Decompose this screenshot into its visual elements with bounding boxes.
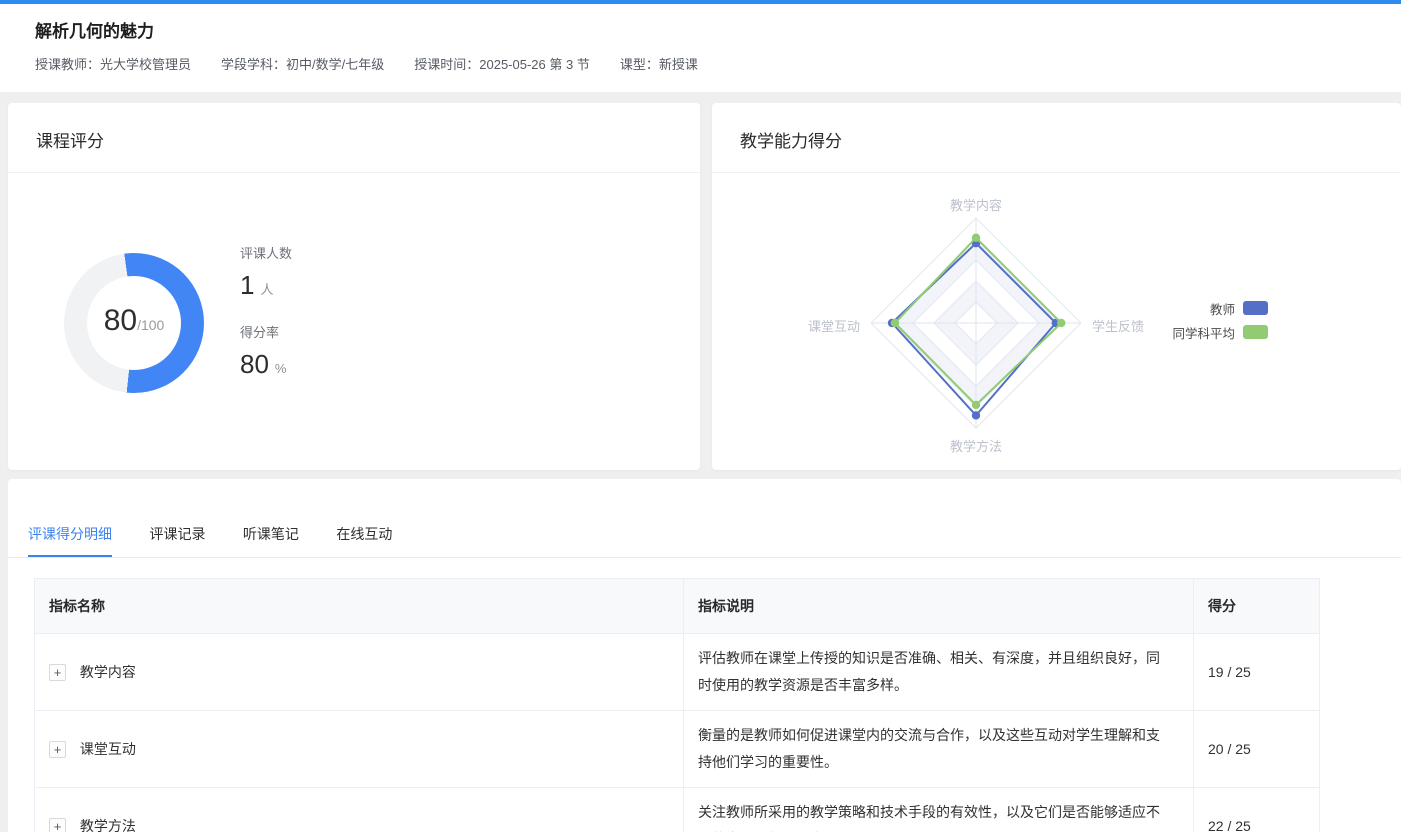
indicator-description: 评估教师在课堂上传授的知识是否准确、相关、有深度，并且组织良好，同时使用的教学资…: [684, 634, 1194, 711]
page-header: 解析几何的魅力 授课教师：光大学校管理员 学段学科：初中/数学/七年级 授课时间…: [0, 4, 1401, 92]
legend-label-teacher: 教师: [1210, 299, 1235, 318]
col-header-indicator-description: 指标说明: [684, 579, 1194, 634]
stat-score-rate-value: 80: [240, 350, 269, 379]
radar-point: [972, 234, 980, 242]
table-row: + 教学方法 关注教师所采用的教学策略和技术手段的有效性，以及它们是否能够适应不…: [35, 788, 1320, 832]
stat-reviewers-unit: 人: [260, 279, 273, 298]
indicator-name: 教学方法: [80, 818, 136, 832]
course-score-card: 课程评分 80 /100 评课人数 1 人 得分率 80 %: [8, 103, 700, 470]
table-row: + 课堂互动 衡量的是教师如何促进课堂内的交流与合作，以及这些互动对学生理解和支…: [35, 711, 1320, 788]
indicator-score: 20 / 25: [1194, 711, 1320, 788]
table-row: + 教学内容 评估教师在课堂上传授的知识是否准确、相关、有深度，并且组织良好，同…: [35, 634, 1320, 711]
indicator-score: 22 / 25: [1194, 788, 1320, 832]
stat-reviewers-label: 评课人数: [240, 243, 292, 262]
legend-item-teacher[interactable]: 教师: [1098, 300, 1268, 316]
expand-row-button[interactable]: +: [49, 664, 66, 681]
radar-point: [972, 401, 980, 409]
legend-swatch-teacher: [1243, 301, 1268, 315]
course-meta-row: 授课教师：光大学校管理员 学段学科：初中/数学/七年级 授课时间：2025-05…: [35, 54, 698, 73]
stat-reviewers: 评课人数 1 人: [240, 243, 292, 300]
score-value: 80: [104, 306, 137, 336]
radar-point: [891, 319, 899, 327]
radar-legend: 教师 同学科平均: [1098, 300, 1268, 348]
course-score-card-title: 课程评分: [36, 127, 104, 152]
expand-row-button[interactable]: +: [49, 818, 66, 832]
stat-reviewers-value: 1: [240, 271, 254, 300]
meta-teacher: 授课教师：光大学校管理员: [35, 54, 191, 73]
score-stats: 评课人数 1 人 得分率 80 %: [240, 243, 292, 378]
radar-point: [1057, 319, 1065, 327]
radar-axis-label-interaction: 课堂互动: [808, 316, 860, 335]
indicator-name: 教学内容: [80, 664, 136, 680]
score-donut-chart: 80 /100: [64, 253, 204, 393]
tab-listening-notes[interactable]: 听课笔记: [243, 524, 299, 557]
tab-review-records[interactable]: 评课记录: [149, 524, 205, 557]
radar-axis-label-method: 教学方法: [950, 436, 1002, 455]
page-title: 解析几何的魅力: [35, 17, 154, 42]
meta-time: 授课时间：2025-05-26 第 3 节: [414, 54, 590, 73]
legend-label-subject-average: 同学科平均: [1172, 323, 1235, 342]
stat-score-rate-label: 得分率: [240, 322, 292, 341]
meta-course-type: 课型：新授课: [620, 54, 698, 73]
score-donut-center: 80 /100: [87, 276, 181, 370]
indicator-description: 关注教师所采用的教学策略和技术手段的有效性，以及它们是否能够适应不同的学习风格和…: [684, 788, 1194, 832]
stat-score-rate: 得分率 80 %: [240, 322, 292, 379]
indicator-description: 衡量的是教师如何促进课堂内的交流与合作，以及这些互动对学生理解和支持他们学习的重…: [684, 711, 1194, 788]
tab-score-details[interactable]: 评课得分明细: [28, 524, 112, 557]
col-header-score: 得分: [1194, 579, 1320, 634]
indicator-score: 19 / 25: [1194, 634, 1320, 711]
col-header-indicator-name: 指标名称: [35, 579, 684, 634]
legend-swatch-subject-average: [1243, 325, 1268, 339]
stat-score-rate-unit: %: [275, 361, 287, 376]
score-detail-table: 指标名称 指标说明 得分 + 教学内容 评估教师在课堂上传授的知识是否准确、相关…: [34, 578, 1320, 832]
radar-chart: [712, 103, 1401, 470]
details-panel: 评课得分明细 评课记录 听课笔记 在线互动 指标名称 指标说明 得分 + 教学内…: [8, 479, 1401, 832]
tab-online-interaction[interactable]: 在线互动: [336, 524, 392, 557]
table-header-row: 指标名称 指标说明 得分: [35, 579, 1320, 634]
teaching-ability-card: 教学能力得分 教学内容 学生反馈 教学方法 课堂互动 教师 同学科平均: [712, 103, 1401, 470]
legend-item-subject-average[interactable]: 同学科平均: [1098, 324, 1268, 340]
expand-row-button[interactable]: +: [49, 741, 66, 758]
meta-grade-subject: 学段学科：初中/数学/七年级: [221, 54, 384, 73]
indicator-name: 课堂互动: [80, 741, 136, 757]
radar-point: [972, 411, 980, 419]
score-denominator: /100: [137, 317, 164, 333]
card-divider: [8, 172, 700, 173]
tab-bar: 评课得分明细 评课记录 听课笔记 在线互动: [8, 479, 1401, 558]
radar-axis-label-content: 教学内容: [950, 195, 1002, 214]
